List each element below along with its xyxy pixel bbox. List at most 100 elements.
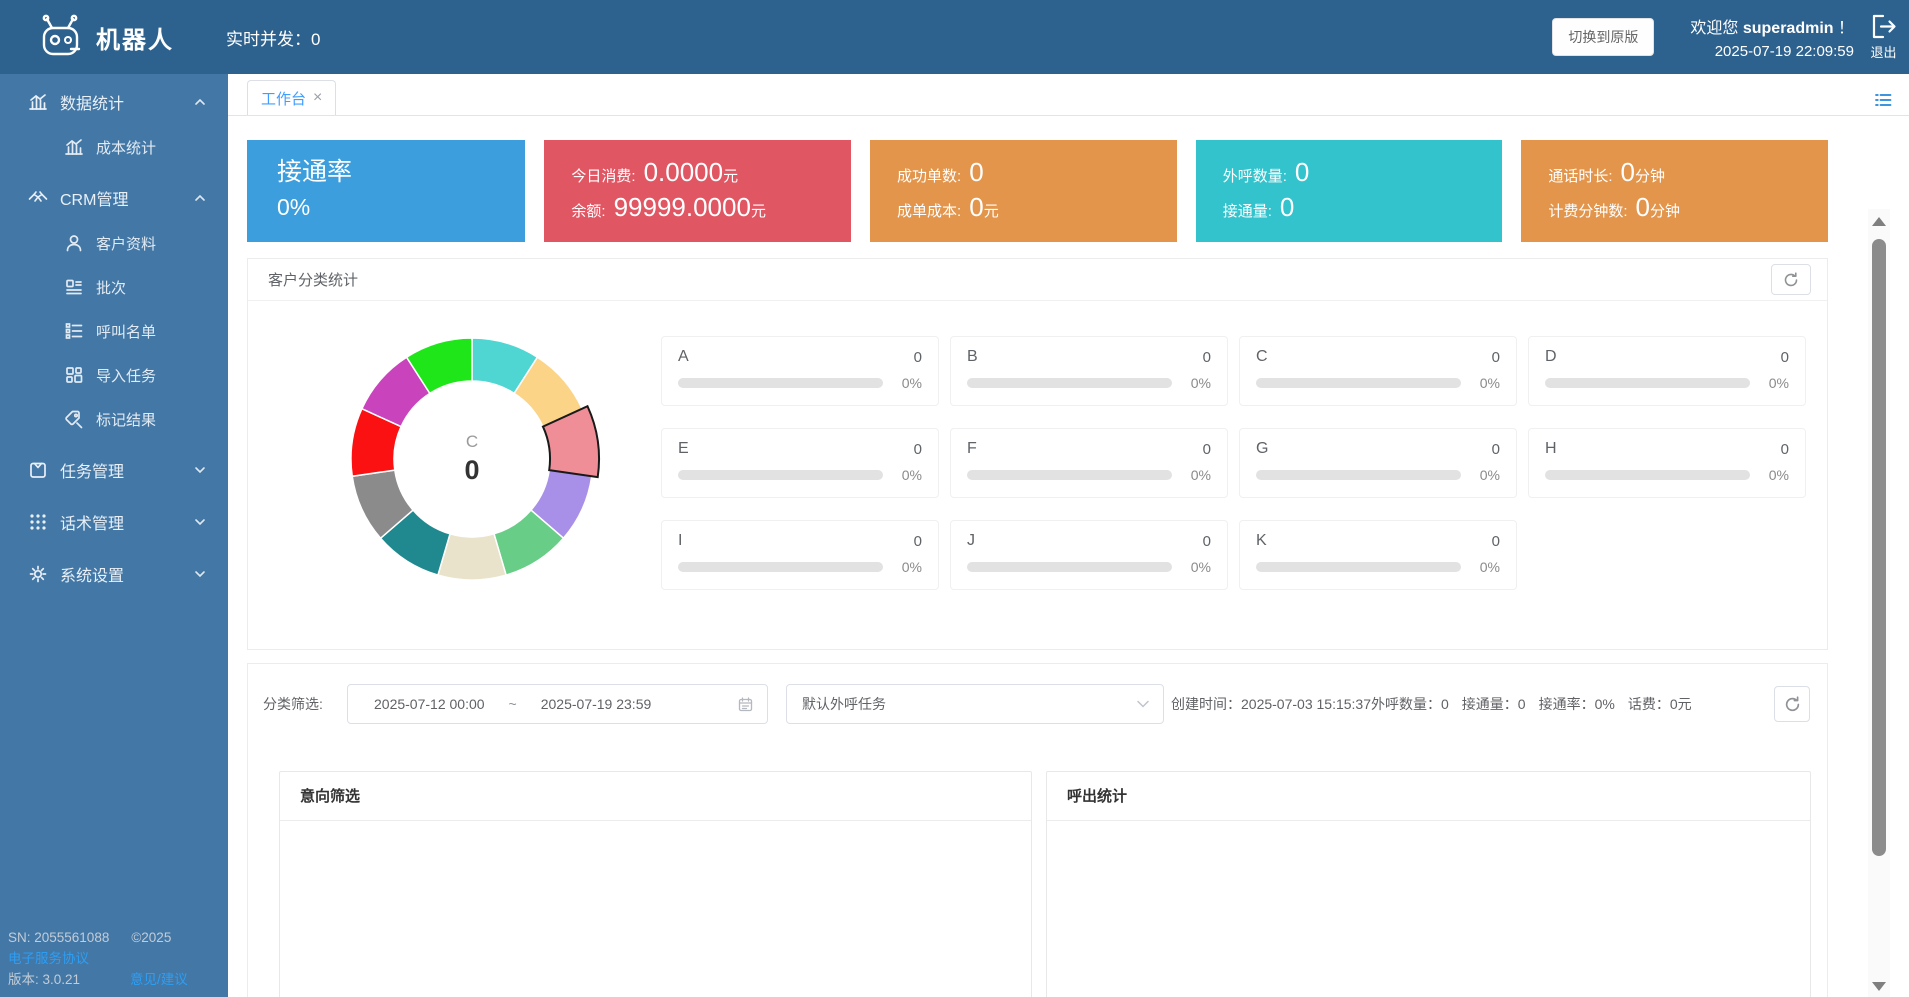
app-logo: 机器人	[38, 14, 174, 60]
category-percent: 0%	[892, 375, 922, 391]
category-label: G	[1256, 440, 1268, 458]
refresh-icon	[1783, 272, 1799, 288]
service-agreement-link[interactable]: 电子服务协议	[8, 948, 220, 969]
refresh-button[interactable]	[1774, 686, 1810, 722]
category-value: 0	[1492, 349, 1500, 366]
close-icon[interactable]: ×	[313, 89, 322, 107]
user-icon	[64, 233, 84, 253]
vertical-scrollbar[interactable]	[1868, 209, 1890, 997]
intent-filter-panel: 分类筛选: 2025-07-12 00:00 ~ 2025-07-19 23:5…	[247, 663, 1828, 997]
tab-list-menu-icon[interactable]	[1875, 93, 1892, 107]
category-card: D 0 0%	[1528, 336, 1806, 406]
serial-number: SN: 2055561088	[8, 930, 109, 945]
user-info: 欢迎您 superadmin ！ 2025-07-19 22:09:59	[1690, 14, 1854, 60]
refresh-button[interactable]	[1771, 264, 1811, 295]
date-range-input[interactable]: 2025-07-12 00:00 ~ 2025-07-19 23:59	[347, 684, 768, 724]
sidebar-item-import-task[interactable]: 导入任务	[0, 353, 228, 397]
intent-filter-subpanel: 意向筛选	[279, 771, 1032, 997]
category-value: 0	[1781, 349, 1789, 366]
category-value: 0	[1203, 533, 1211, 550]
sidebar-item-script-mgmt[interactable]: 话术管理	[0, 499, 228, 545]
feedback-link[interactable]: 意见/建议	[130, 969, 188, 990]
sidebar-item-data-stats[interactable]: 数据统计	[0, 79, 228, 125]
category-label: F	[967, 440, 977, 458]
category-percent: 0%	[1470, 375, 1500, 391]
sidebar-item-label: 标记结果	[96, 409, 156, 430]
subpanel-title: 意向筛选	[280, 772, 1031, 821]
app-title: 机器人	[96, 20, 174, 55]
sidebar-item-tag-results[interactable]: 标记结果	[0, 397, 228, 441]
sidebar-item-label: 成本统计	[96, 137, 156, 158]
sidebar-item-crm[interactable]: CRM管理	[0, 175, 228, 221]
outbound-stats-subpanel: 呼出统计	[1046, 771, 1811, 997]
stat-card-call-duration: 通话时长:0分钟 计费分钟数:0分钟	[1521, 140, 1828, 242]
category-label: H	[1545, 440, 1557, 458]
category-value: 0	[1492, 533, 1500, 550]
logout-button[interactable]: 退出	[1870, 13, 1897, 61]
scroll-up-arrow[interactable]	[1872, 217, 1886, 226]
bar-chart-icon	[64, 137, 84, 157]
category-label: K	[1256, 532, 1267, 550]
category-card: I 0 0%	[661, 520, 939, 590]
sidebar-item-customer-data[interactable]: 客户资料	[0, 221, 228, 265]
sidebar-item-settings[interactable]: 系统设置	[0, 551, 228, 597]
bar-chart-icon	[28, 92, 48, 112]
category-percent: 0%	[1470, 559, 1500, 575]
batch-list-icon	[64, 277, 84, 297]
list-check-icon	[64, 321, 84, 341]
filter-label: 分类筛选:	[263, 684, 323, 724]
current-datetime: 2025-07-19 22:09:59	[1690, 43, 1854, 60]
category-progress-bar	[678, 562, 883, 572]
category-percent: 0%	[892, 559, 922, 575]
category-label: B	[967, 348, 978, 366]
date-end: 2025-07-19 23:59	[541, 696, 652, 712]
customer-category-panel: 客户分类统计 C 0 A 0 0% B 0 0%	[247, 258, 1828, 650]
sidebar-nav: 数据统计 成本统计 CRM管理 客户资料 批次 呼叫名单 导入任务 标记结果 任…	[0, 74, 228, 997]
sidebar-item-cost-stats[interactable]: 成本统计	[0, 125, 228, 169]
category-label: I	[678, 532, 682, 550]
category-donut-chart[interactable]	[337, 324, 607, 594]
switch-to-classic-button[interactable]: 切换到原版	[1552, 18, 1654, 56]
copyright: ©2025	[131, 930, 171, 945]
category-percent: 0%	[1759, 467, 1789, 483]
welcome-text: 欢迎您 superadmin ！	[1690, 14, 1854, 38]
handshake-icon	[28, 188, 48, 208]
chevron-down-icon	[194, 568, 206, 580]
serial-number-row: SN: 2055561088 ©2025	[8, 927, 220, 948]
category-grid: A 0 0% B 0 0% C 0 0% D 0	[661, 336, 1806, 590]
subpanel-title: 呼出统计	[1047, 772, 1810, 821]
sidebar-item-label: 话术管理	[60, 510, 124, 534]
category-value: 0	[914, 349, 922, 366]
sidebar-item-label: 导入任务	[96, 365, 156, 386]
category-card: J 0 0%	[950, 520, 1228, 590]
concurrency-status: 实时并发：0	[226, 25, 320, 50]
sidebar-item-batch[interactable]: 批次	[0, 265, 228, 309]
category-percent: 0%	[1181, 375, 1211, 391]
grid-import-icon	[64, 365, 84, 385]
scrollbar-thumb[interactable]	[1872, 239, 1886, 856]
category-percent: 0%	[1759, 375, 1789, 391]
sidebar-item-task-mgmt[interactable]: 任务管理	[0, 447, 228, 493]
sidebar-item-call-list[interactable]: 呼叫名单	[0, 309, 228, 353]
category-card: E 0 0%	[661, 428, 939, 498]
category-progress-bar	[967, 470, 1172, 480]
category-card: H 0 0%	[1528, 428, 1806, 498]
main-content: 工作台 × 接通率 0% 今日消费:0.0000元 余额:99999.0000元…	[228, 74, 1909, 997]
task-stats-text: 创建时间：2025-07-03 15:15:37外呼数量：0接通量：0接通率：0…	[1171, 684, 1692, 724]
category-value: 0	[1203, 349, 1211, 366]
refresh-icon	[1784, 696, 1801, 713]
chevron-up-icon	[194, 96, 206, 108]
task-select[interactable]: 默认外呼任务	[786, 684, 1164, 724]
gear-icon	[28, 564, 48, 584]
category-card: B 0 0%	[950, 336, 1228, 406]
category-card: C 0 0%	[1239, 336, 1517, 406]
app-header: 机器人 实时并发：0 切换到原版 欢迎您 superadmin ！ 2025-0…	[0, 0, 1909, 74]
category-progress-bar	[678, 470, 883, 480]
category-progress-bar	[967, 378, 1172, 388]
chevron-up-icon	[194, 192, 206, 204]
version-label: 版本: 3.0.21	[8, 972, 80, 987]
category-percent: 0%	[1470, 467, 1500, 483]
scroll-down-arrow[interactable]	[1872, 982, 1886, 991]
category-progress-bar	[967, 562, 1172, 572]
tab-workbench[interactable]: 工作台 ×	[247, 80, 336, 115]
